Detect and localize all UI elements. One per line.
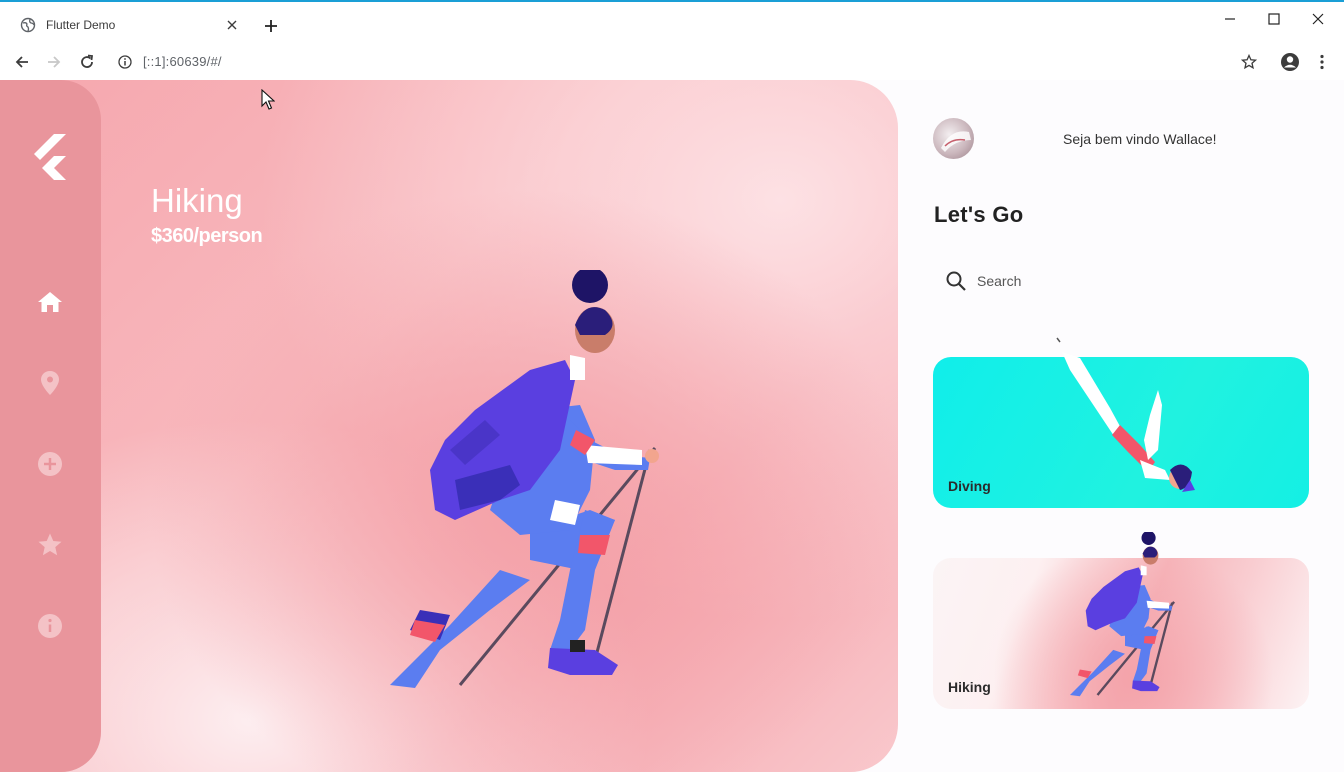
mouse-cursor-icon [261, 89, 275, 110]
star-icon[interactable] [36, 531, 64, 559]
home-icon[interactable] [36, 288, 64, 316]
avatar[interactable] [933, 118, 974, 159]
location-pin-icon[interactable] [36, 369, 64, 397]
hiker-illustration [390, 270, 659, 688]
minimize-icon[interactable] [1208, 4, 1252, 34]
close-tab-icon[interactable] [222, 15, 242, 35]
search-bar[interactable] [945, 266, 1305, 296]
tab-bar: Flutter Demo [0, 2, 1344, 42]
profile-icon[interactable] [1278, 50, 1302, 74]
new-tab-icon[interactable] [260, 15, 282, 37]
menu-dots-icon[interactable] [1310, 50, 1334, 74]
bookmark-star-icon[interactable] [1237, 50, 1261, 74]
back-arrow-icon[interactable] [10, 50, 34, 74]
diver-illustration [1056, 337, 1195, 492]
sidebar [0, 80, 101, 772]
add-circle-icon[interactable] [36, 450, 64, 478]
maximize-icon[interactable] [1252, 4, 1296, 34]
forward-arrow-icon[interactable] [42, 50, 66, 74]
info-icon[interactable] [36, 612, 64, 640]
page-heading: Let's Go [934, 202, 1024, 227]
url-field[interactable]: [::1]:60639/#/ [143, 54, 222, 69]
reload-icon[interactable] [75, 50, 99, 74]
tab-title: Flutter Demo [46, 18, 116, 32]
globe-icon [20, 17, 36, 33]
hero-price: $360/person [151, 225, 263, 247]
card-label-hiking: Hiking [948, 679, 991, 695]
app-content: Hiking $360/person Seja bem vindo Wallac… [0, 80, 1344, 772]
browser-tab[interactable]: Flutter Demo [8, 8, 248, 42]
search-input[interactable] [977, 273, 1277, 289]
welcome-text: Seja bem vindo Wallace! [1063, 131, 1217, 147]
hero-panel: Hiking $360/person [0, 80, 898, 772]
address-bar-row: [::1]:60639/#/ [0, 42, 1344, 80]
hiker-small-illustration [1070, 532, 1176, 697]
hero-title: Hiking [151, 182, 243, 219]
card-label-diving: Diving [948, 478, 991, 494]
flutter-logo-icon [34, 134, 66, 180]
search-icon [946, 271, 966, 291]
close-window-icon[interactable] [1296, 4, 1340, 34]
site-info-icon[interactable] [116, 53, 134, 71]
